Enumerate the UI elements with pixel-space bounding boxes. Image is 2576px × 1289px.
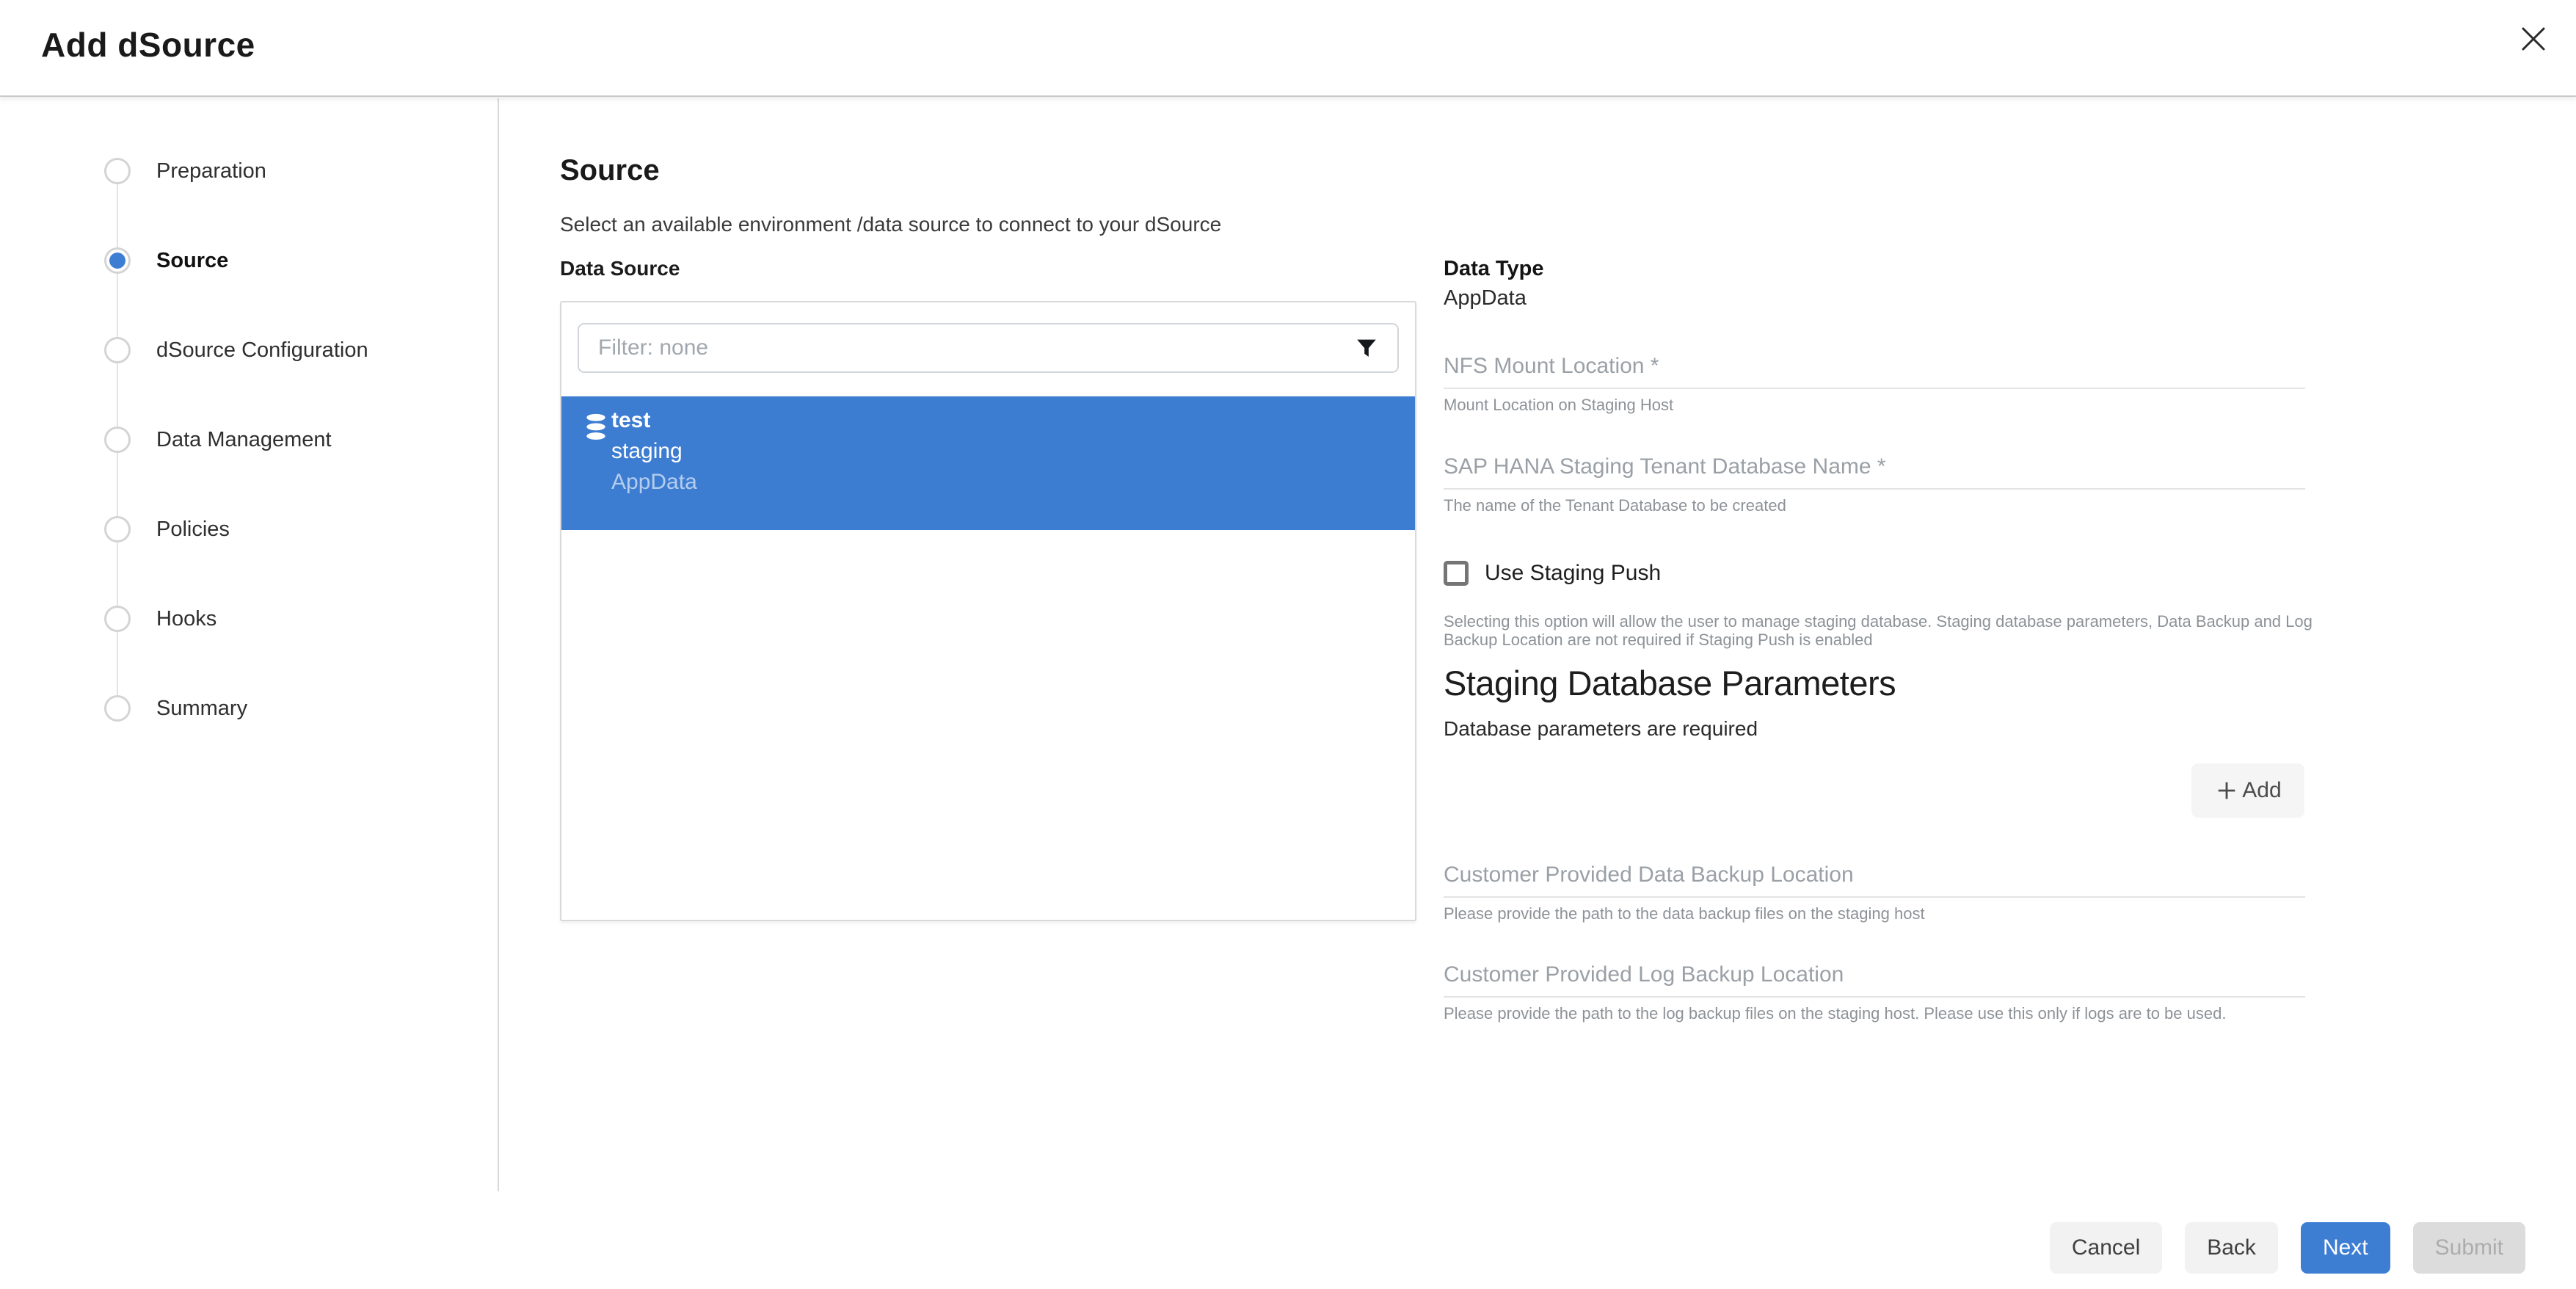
step-label: Data Management (156, 428, 332, 452)
nfs-mount-location-helper: Mount Location on Staging Host (1444, 396, 1673, 414)
step-indicator-active (104, 247, 131, 274)
step-dsource-configuration[interactable]: dSource Configuration (0, 337, 498, 396)
footer-button-bar: Cancel Back Next Submit (2050, 1222, 2525, 1274)
data-source-item-test[interactable]: test staging AppData (561, 396, 1415, 530)
step-label: Policies (156, 518, 230, 542)
step-preparation[interactable]: Preparation (0, 158, 498, 217)
data-source-name: test (611, 405, 697, 436)
use-staging-push-label: Use Staging Push (1485, 561, 1661, 586)
data-source-type: AppData (611, 467, 697, 498)
use-staging-push-checkbox-row[interactable]: Use Staging Push (1444, 561, 1661, 586)
cancel-button[interactable]: Cancel (2050, 1222, 2162, 1274)
page-subtitle: Select an available environment /data so… (560, 213, 1221, 236)
filter-input[interactable] (578, 323, 1399, 373)
staging-database-parameters-subtext: Database parameters are required (1444, 717, 1758, 741)
step-indicator (104, 516, 131, 542)
filter-field-wrap (578, 323, 1399, 373)
data-source-environment: staging (611, 436, 697, 467)
step-indicator (104, 158, 131, 184)
step-data-management[interactable]: Data Management (0, 426, 498, 485)
add-button-label: Add (2242, 778, 2281, 803)
staging-push-description: Selecting this option will allow the use… (1444, 612, 2321, 649)
step-indicator (104, 426, 131, 453)
nfs-mount-location-field[interactable] (1444, 345, 2305, 389)
step-label: Preparation (156, 159, 266, 184)
submit-button[interactable]: Submit (2413, 1222, 2525, 1274)
log-backup-location-field[interactable] (1444, 954, 2305, 998)
step-label: dSource Configuration (156, 338, 368, 363)
add-dsource-dialog: Add dSource Preparation Source dSource C… (0, 0, 2576, 1289)
back-button[interactable]: Back (2185, 1222, 2278, 1274)
step-indicator (104, 337, 131, 363)
tenant-database-name-field[interactable] (1444, 446, 2305, 490)
step-summary[interactable]: Summary (0, 695, 498, 754)
tenant-database-name-helper: The name of the Tenant Database to be cr… (1444, 496, 1786, 515)
add-parameter-button[interactable]: Add (2191, 763, 2304, 818)
step-indicator (104, 695, 131, 722)
checkbox-unchecked-icon[interactable] (1444, 561, 1469, 586)
page-title: Source (560, 154, 660, 187)
staging-database-parameters-heading: Staging Database Parameters (1444, 663, 1896, 703)
data-type-label: Data Type (1444, 257, 1543, 281)
database-icon (582, 413, 610, 447)
close-button[interactable] (2513, 19, 2554, 60)
filter-funnel-icon[interactable] (1353, 335, 1380, 361)
data-type-value: AppData (1444, 286, 1527, 311)
next-button[interactable]: Next (2301, 1222, 2390, 1274)
data-source-panel: test staging AppData (560, 301, 1416, 921)
dialog-header: Add dSource (0, 0, 2576, 97)
close-icon (2517, 23, 2550, 57)
step-label: Summary (156, 697, 247, 721)
data-backup-location-helper: Please provide the path to the data back… (1444, 904, 1925, 923)
sidebar-divider (498, 98, 499, 1191)
step-label: Hooks (156, 607, 217, 631)
plus-icon (2214, 778, 2239, 803)
log-backup-location-helper: Please provide the path to the log backu… (1444, 1004, 2226, 1023)
data-source-label: Data Source (560, 257, 680, 280)
data-backup-location-field[interactable] (1444, 854, 2305, 898)
step-indicator (104, 606, 131, 632)
dialog-title: Add dSource (41, 25, 255, 65)
step-label: Source (156, 249, 228, 273)
step-policies[interactable]: Policies (0, 516, 498, 575)
step-source[interactable]: Source (0, 247, 498, 306)
step-hooks[interactable]: Hooks (0, 606, 498, 664)
